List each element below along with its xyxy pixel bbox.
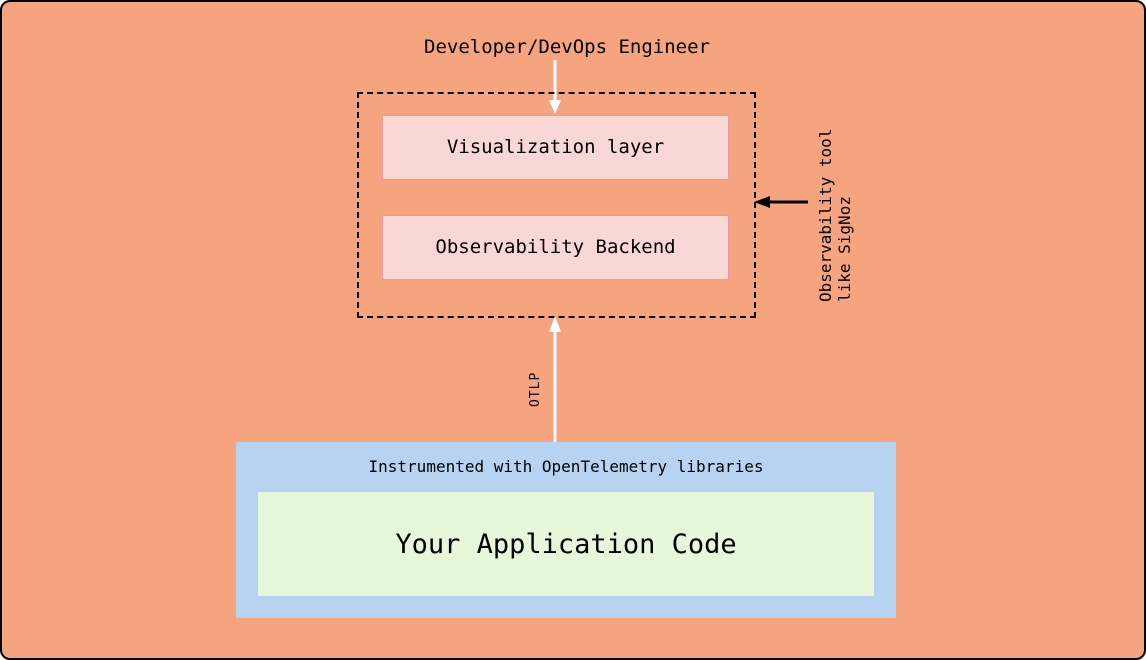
- your-application-code-box: Your Application Code: [258, 492, 874, 596]
- application-group: Instrumented with OpenTelemetry librarie…: [236, 442, 896, 618]
- instrumented-caption: Instrumented with OpenTelemetry librarie…: [236, 457, 896, 476]
- observability-backend-box: Observability Backend: [382, 215, 729, 280]
- otlp-protocol-label: OTLP: [528, 357, 543, 407]
- observability-tool-side-label: Observability tool like SigNoz: [816, 102, 854, 302]
- arrow-side-label-to-tool: [752, 195, 808, 209]
- diagram-canvas: Developer/DevOps Engineer Visualization …: [0, 0, 1146, 660]
- developer-label: Developer/DevOps Engineer: [424, 36, 710, 58]
- visualization-layer-box: Visualization layer: [382, 115, 729, 180]
- arrow-app-to-tool: [549, 314, 561, 444]
